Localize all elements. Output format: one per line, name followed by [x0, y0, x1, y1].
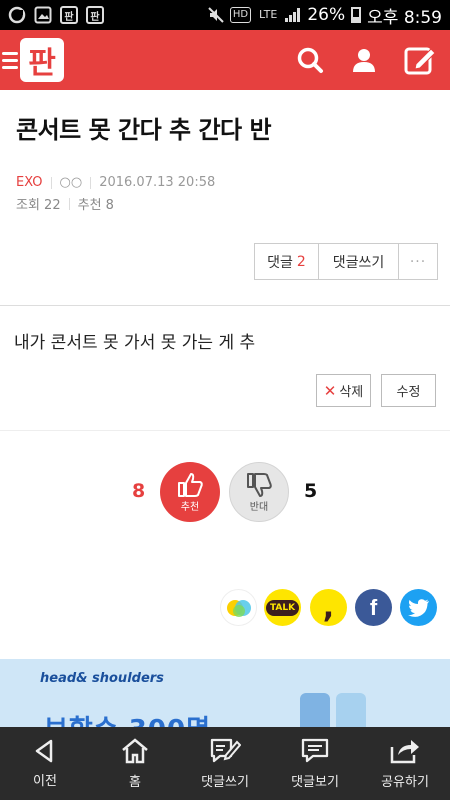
ad-product-image: [336, 693, 366, 729]
meta-separator: [50, 176, 52, 189]
lte-badge: LTE: [259, 8, 278, 21]
kakaotalk-icon: TALK: [265, 599, 300, 616]
share-icon: [390, 740, 419, 764]
nav-write-comment-label: 댓글쓰기: [201, 775, 249, 790]
comment-text: 내가 콘서트 못 가서 못 가는 게 추: [14, 333, 256, 353]
edit-button[interactable]: 수정: [381, 374, 436, 407]
edit-label: 수정: [396, 385, 421, 400]
meta-separator: [68, 197, 70, 210]
menu-icon[interactable]: [2, 51, 18, 69]
share-kakaotalk-button[interactable]: TALK: [264, 589, 301, 626]
header-actions: [296, 45, 436, 75]
nav-home-button[interactable]: 홈: [90, 727, 180, 800]
nav-view-comments-label: 댓글보기: [291, 775, 339, 790]
comment-count: 2: [296, 253, 306, 270]
more-options-button[interactable]: ···: [399, 244, 437, 279]
status-right: HD LTE 26% 오후 8:59: [208, 3, 442, 28]
pann-logo[interactable]: 판: [20, 38, 64, 82]
nav-write-comment-button[interactable]: 댓글쓰기: [180, 727, 270, 800]
downvote-label: 반대: [249, 501, 269, 513]
upvote-button[interactable]: 추천: [160, 462, 220, 522]
delete-button[interactable]: ✕ 삭제: [316, 374, 371, 407]
upvote-label: 추천: [180, 501, 200, 513]
write-comment-button[interactable]: 댓글쓰기: [319, 244, 399, 279]
write-comment-icon: [210, 738, 241, 763]
clock: 오후 8:59: [367, 7, 442, 28]
nav-home-label: 홈: [129, 775, 141, 790]
downvote-count: 5: [304, 480, 318, 502]
share-twitter-button[interactable]: [400, 589, 437, 626]
facebook-icon: f: [369, 594, 378, 620]
share-kakaostory-button[interactable]: ,: [310, 589, 347, 626]
post-title: 콘서트 못 간다 추 간다 반: [16, 116, 272, 144]
mute-icon: [208, 7, 224, 23]
post-meta: EXO ○○ 2016.07.13 20:58: [16, 175, 215, 190]
status-bar: 판 판 HD LTE 26% 오후 8:59: [0, 0, 450, 30]
app-header: 판: [0, 30, 450, 90]
delete-label: 삭제: [339, 385, 364, 400]
twitter-icon: [407, 598, 429, 617]
post-author[interactable]: EXO: [16, 175, 43, 190]
view-comment-icon: [301, 738, 329, 763]
write-icon[interactable]: [404, 45, 436, 75]
thumbs-up-icon: [178, 472, 203, 497]
divider: [0, 305, 450, 306]
close-icon: ✕: [323, 381, 337, 400]
write-comment-label: 댓글쓰기: [332, 254, 385, 271]
gallery-icon: [34, 6, 52, 24]
post-action-group: 댓글 2 댓글쓰기 ···: [254, 243, 438, 280]
nav-back-button[interactable]: 이전: [0, 727, 90, 800]
post-author-id: ○○: [59, 175, 83, 190]
thumbs-down-icon: [247, 472, 272, 497]
sync-icon: [8, 6, 26, 24]
like-count: 추천 8: [77, 198, 114, 213]
share-facebook-button[interactable]: f: [355, 589, 392, 626]
bottom-nav: 이전 홈 댓글쓰기 댓글보기 공유하기: [0, 727, 450, 800]
comment-button-label: 댓글: [267, 254, 293, 271]
kakao-friends-icon: [226, 599, 251, 617]
battery-percent: 26%: [307, 5, 346, 25]
post-date: 2016.07.13 20:58: [99, 175, 216, 190]
more-icon: ···: [409, 253, 427, 270]
ad-headline: 보합수 300명: [44, 709, 211, 729]
share-kakao-friends-button[interactable]: [220, 589, 257, 626]
ad-banner[interactable]: head& shoulders 보합수 300명: [0, 659, 450, 729]
ad-product-image: [300, 693, 330, 729]
search-icon[interactable]: [296, 46, 324, 74]
comment-count-button[interactable]: 댓글 2: [255, 244, 319, 279]
meta-separator: [90, 176, 92, 189]
pann-app-icon: 판: [86, 6, 104, 24]
pann-app-icon: 판: [60, 6, 78, 24]
view-count: 조회 22: [16, 198, 61, 213]
battery-icon: [351, 7, 362, 23]
notification-icons: 판 판: [8, 6, 104, 24]
nav-view-comments-button[interactable]: 댓글보기: [270, 727, 360, 800]
ad-brand-logo: head& shoulders: [40, 671, 164, 686]
nav-back-label: 이전: [33, 774, 57, 789]
upvote-count: 8: [132, 480, 146, 502]
kakaostory-icon: ,: [322, 589, 335, 625]
divider: [0, 430, 450, 431]
user-icon[interactable]: [350, 46, 378, 74]
post-stats: 조회 22 추천 8: [16, 194, 114, 213]
home-icon: [122, 738, 148, 764]
downvote-button[interactable]: 반대: [229, 462, 289, 522]
nav-share-button[interactable]: 공유하기: [360, 727, 450, 800]
hd-badge: HD: [229, 7, 252, 23]
nav-share-label: 공유하기: [381, 775, 429, 790]
signal-icon: [285, 8, 301, 22]
back-icon: [35, 739, 53, 763]
